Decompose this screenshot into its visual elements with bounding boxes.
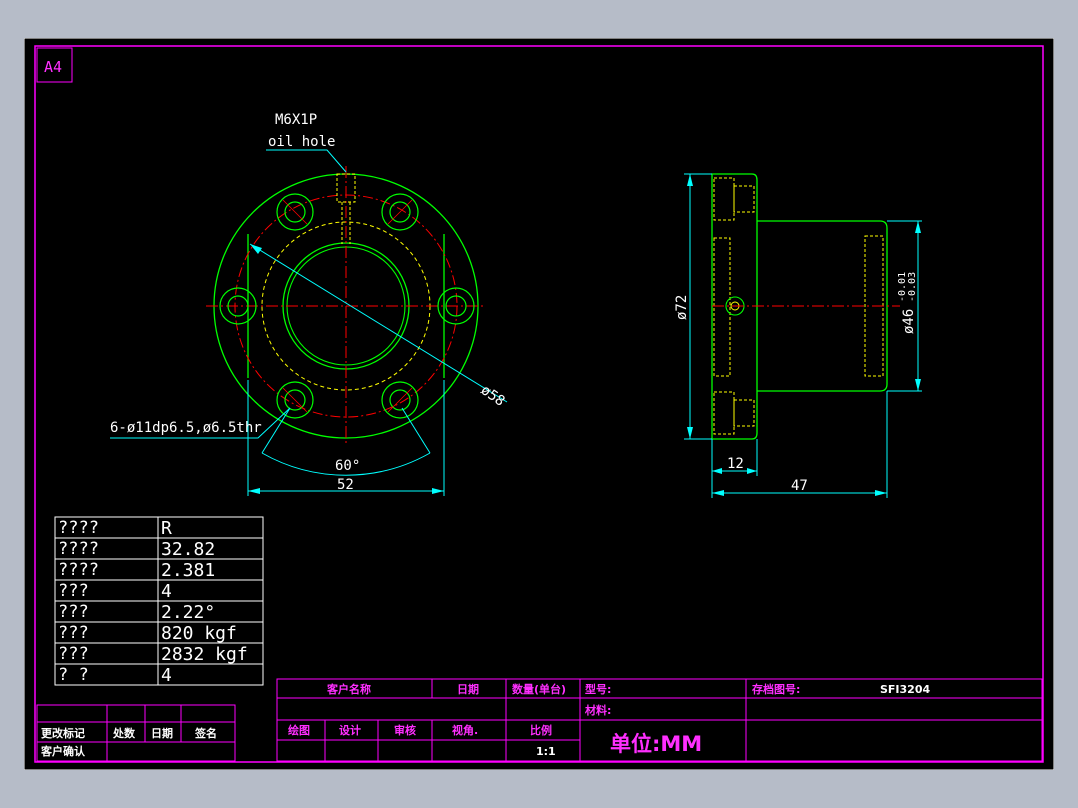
spec-row-value: 4	[161, 581, 172, 602]
dia72-label: ø72	[674, 295, 690, 320]
width-label: 52	[337, 477, 354, 493]
spec-row-value: 2.381	[161, 560, 215, 581]
tb-quantity: 数量(单台)	[512, 682, 566, 696]
thread-note: M6X1P	[275, 112, 317, 128]
rev-location-count: 处数	[112, 726, 136, 740]
spec-row-value: 4	[161, 665, 172, 686]
dim12-label: 12	[727, 456, 744, 472]
spec-row-value: 32.82	[161, 539, 215, 560]
tb-date: 日期	[457, 682, 479, 696]
spec-row-name: ????	[58, 539, 99, 559]
spec-row-value: 2832 kgf	[161, 644, 248, 665]
tb-model: 型号:	[585, 682, 611, 696]
tol-lower: -0.03	[907, 272, 918, 302]
spec-row-name: ????	[58, 518, 99, 538]
spec-row-name: ???	[58, 581, 89, 601]
rev-change-mark: 更改标记	[41, 726, 85, 740]
spec-row-name: ????	[58, 560, 99, 580]
spec-row-name: ???	[58, 644, 89, 664]
rev-signature: 签名	[194, 726, 217, 740]
tb-archive-value: SFI3204	[880, 683, 930, 696]
tb-reviewed: 审核	[394, 723, 416, 737]
tb-drawn: 绘图	[288, 723, 310, 737]
tb-unit: 单位:MM	[610, 732, 702, 756]
spec-row-value: 820 kgf	[161, 623, 237, 644]
tb-material: 材料:	[585, 703, 611, 717]
rev-date: 日期	[151, 726, 173, 740]
spec-row-name: ???	[58, 602, 89, 622]
tb-scale-value: 1:1	[536, 745, 556, 758]
spec-row-value: 2.22°	[161, 602, 215, 623]
tb-scale: 比例	[530, 723, 552, 737]
oil-hole-note: oil hole	[268, 134, 335, 150]
angle-label: 60°	[335, 458, 360, 474]
tb-view-angle: 视角.	[452, 723, 478, 737]
dia46-label: ø46	[901, 309, 917, 334]
tb-archive-no: 存档图号:	[752, 682, 800, 696]
hole-spec-note: 6-ø11dp6.5,ø6.5thr	[110, 420, 262, 436]
tb-customer-name: 客户名称	[326, 682, 371, 696]
spec-row-value: R	[161, 518, 172, 539]
tb-designed: 设计	[339, 723, 361, 737]
dim47-label: 47	[791, 478, 808, 494]
cad-drawing: A4 M6X1P oil hole 6-ø11dp6.5,ø6.5thr ø58…	[24, 38, 1054, 770]
size-tag: A4	[44, 58, 62, 76]
drawing-sheet: A4 M6X1P oil hole 6-ø11dp6.5,ø6.5thr ø58…	[24, 38, 1054, 770]
rev-customer-confirm: 客户确认	[40, 744, 86, 758]
spec-row-name: ???	[58, 623, 89, 643]
spec-row-name: ? ?	[58, 665, 89, 685]
